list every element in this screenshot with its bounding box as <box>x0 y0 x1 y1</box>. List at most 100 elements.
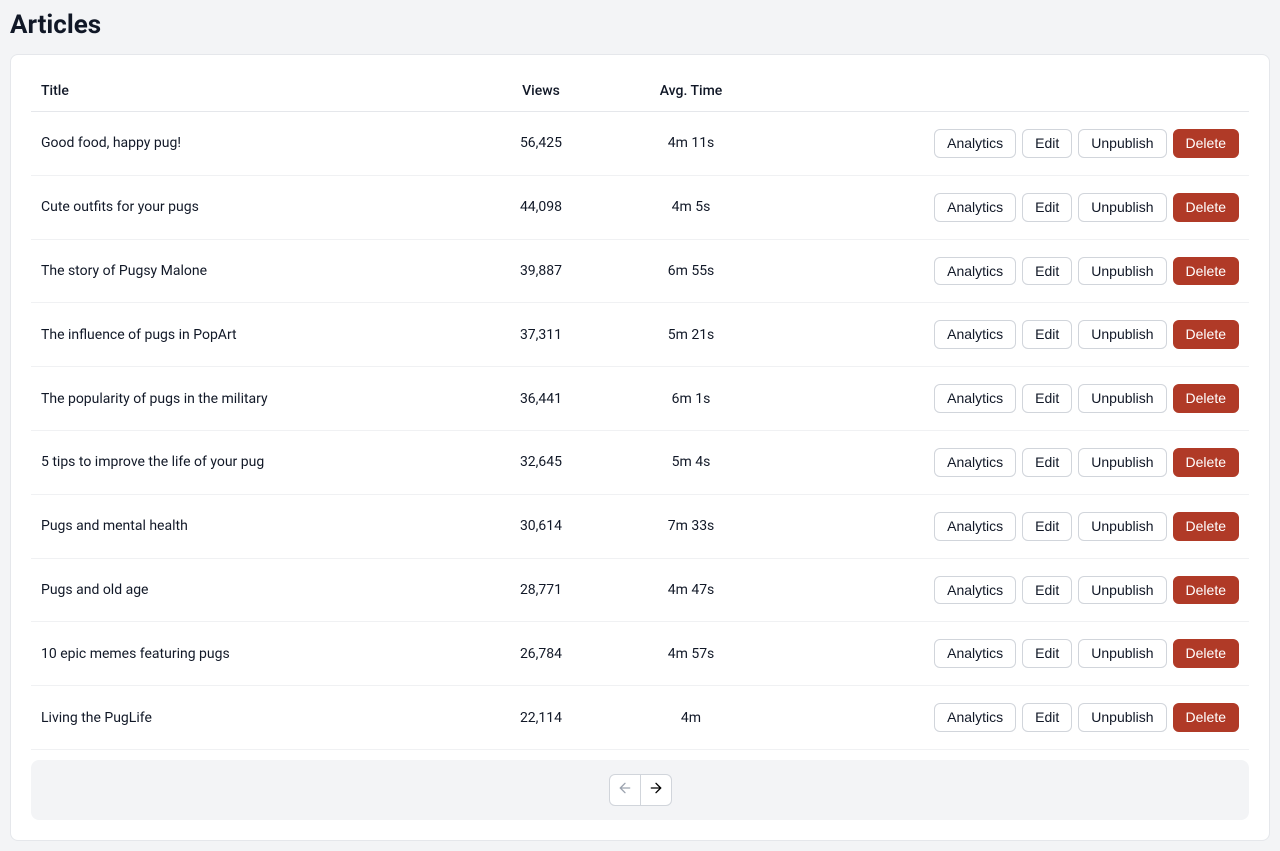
edit-button[interactable]: Edit <box>1022 129 1072 158</box>
analytics-button[interactable]: Analytics <box>934 257 1016 286</box>
cell-title: Living the PugLife <box>31 686 471 750</box>
unpublish-button[interactable]: Unpublish <box>1078 384 1166 413</box>
next-page-button[interactable] <box>640 774 672 806</box>
cell-views: 39,887 <box>471 239 611 303</box>
cell-actions: AnalyticsEditUnpublishDelete <box>771 239 1249 303</box>
delete-button[interactable]: Delete <box>1173 320 1239 349</box>
cell-avg-time: 4m 57s <box>611 622 771 686</box>
edit-button[interactable]: Edit <box>1022 448 1072 477</box>
edit-button[interactable]: Edit <box>1022 512 1072 541</box>
edit-button[interactable]: Edit <box>1022 193 1072 222</box>
analytics-button[interactable]: Analytics <box>934 512 1016 541</box>
delete-button[interactable]: Delete <box>1173 129 1239 158</box>
analytics-button[interactable]: Analytics <box>934 639 1016 668</box>
cell-views: 56,425 <box>471 112 611 176</box>
unpublish-button[interactable]: Unpublish <box>1078 193 1166 222</box>
row-actions: AnalyticsEditUnpublishDelete <box>934 384 1239 413</box>
table-row: The story of Pugsy Malone39,8876m 55s Ana… <box>31 239 1249 303</box>
cell-title: The popularity of pugs in the military <box>31 367 471 431</box>
row-actions: AnalyticsEditUnpublishDelete <box>934 576 1239 605</box>
cell-actions: AnalyticsEditUnpublishDelete <box>771 112 1249 176</box>
unpublish-button[interactable]: Unpublish <box>1078 448 1166 477</box>
analytics-button[interactable]: Analytics <box>934 193 1016 222</box>
cell-avg-time: 6m 55s <box>611 239 771 303</box>
pagination-group <box>609 774 672 806</box>
cell-actions: AnalyticsEditUnpublishDelete <box>771 686 1249 750</box>
cell-views: 22,114 <box>471 686 611 750</box>
cell-avg-time: 4m <box>611 686 771 750</box>
cell-views: 28,771 <box>471 558 611 622</box>
cell-actions: AnalyticsEditUnpublishDelete <box>771 303 1249 367</box>
delete-button[interactable]: Delete <box>1173 576 1239 605</box>
row-actions: AnalyticsEditUnpublishDelete <box>934 639 1239 668</box>
unpublish-button[interactable]: Unpublish <box>1078 639 1166 668</box>
col-header-title: Title <box>31 71 471 112</box>
cell-avg-time: 4m 11s <box>611 112 771 176</box>
table-row: Living the PugLife22,1144m AnalyticsEditU… <box>31 686 1249 750</box>
cell-views: 30,614 <box>471 494 611 558</box>
edit-button[interactable]: Edit <box>1022 384 1072 413</box>
row-actions: AnalyticsEditUnpublishDelete <box>934 703 1239 732</box>
delete-button[interactable]: Delete <box>1173 703 1239 732</box>
cell-title: Cute outfits for your pugs <box>31 175 471 239</box>
articles-card: Title Views Avg. Time Good food, happy p… <box>10 54 1270 841</box>
edit-button[interactable]: Edit <box>1022 576 1072 605</box>
edit-button[interactable]: Edit <box>1022 320 1072 349</box>
table-row: Pugs and mental health30,6147m 33sAnalyt… <box>31 494 1249 558</box>
cell-avg-time: 5m 21s <box>611 303 771 367</box>
cell-views: 26,784 <box>471 622 611 686</box>
cell-avg-time: 7m 33s <box>611 494 771 558</box>
row-actions: AnalyticsEditUnpublishDelete <box>934 257 1239 286</box>
delete-button[interactable]: Delete <box>1173 512 1239 541</box>
cell-title: 10 epic memes featuring pugs <box>31 622 471 686</box>
col-header-views: Views <box>471 71 611 112</box>
row-actions: AnalyticsEditUnpublishDelete <box>934 320 1239 349</box>
cell-avg-time: 4m 47s <box>611 558 771 622</box>
analytics-button[interactable]: Analytics <box>934 320 1016 349</box>
row-actions: AnalyticsEditUnpublishDelete <box>934 448 1239 477</box>
cell-actions: AnalyticsEditUnpublishDelete <box>771 175 1249 239</box>
cell-views: 32,645 <box>471 430 611 494</box>
table-row: The popularity of pugs in the military36… <box>31 367 1249 431</box>
cell-title: The story of Pugsy Malone <box>31 239 471 303</box>
unpublish-button[interactable]: Unpublish <box>1078 703 1166 732</box>
delete-button[interactable]: Delete <box>1173 193 1239 222</box>
cell-actions: AnalyticsEditUnpublishDelete <box>771 494 1249 558</box>
cell-title: 5 tips to improve the life of your pug <box>31 430 471 494</box>
unpublish-button[interactable]: Unpublish <box>1078 257 1166 286</box>
row-actions: AnalyticsEditUnpublishDelete <box>934 129 1239 158</box>
cell-title: Pugs and mental health <box>31 494 471 558</box>
analytics-button[interactable]: Analytics <box>934 129 1016 158</box>
articles-table: Title Views Avg. Time Good food, happy p… <box>31 71 1249 750</box>
cell-views: 36,441 <box>471 367 611 431</box>
cell-actions: AnalyticsEditUnpublishDelete <box>771 367 1249 431</box>
unpublish-button[interactable]: Unpublish <box>1078 320 1166 349</box>
cell-avg-time: 6m 1s <box>611 367 771 431</box>
unpublish-button[interactable]: Unpublish <box>1078 129 1166 158</box>
cell-actions: AnalyticsEditUnpublishDelete <box>771 622 1249 686</box>
unpublish-button[interactable]: Unpublish <box>1078 512 1166 541</box>
arrow-left-icon <box>617 780 633 799</box>
edit-button[interactable]: Edit <box>1022 257 1072 286</box>
cell-actions: AnalyticsEditUnpublishDelete <box>771 558 1249 622</box>
analytics-button[interactable]: Analytics <box>934 576 1016 605</box>
cell-actions: AnalyticsEditUnpublishDelete <box>771 430 1249 494</box>
analytics-button[interactable]: Analytics <box>934 448 1016 477</box>
cell-views: 37,311 <box>471 303 611 367</box>
col-header-actions <box>771 71 1249 112</box>
cell-title: Good food, happy pug! <box>31 112 471 176</box>
prev-page-button[interactable] <box>609 774 641 806</box>
delete-button[interactable]: Delete <box>1173 448 1239 477</box>
analytics-button[interactable]: Analytics <box>934 384 1016 413</box>
edit-button[interactable]: Edit <box>1022 703 1072 732</box>
table-row: Pugs and old age28,7714m 47sAnalyticsEdi… <box>31 558 1249 622</box>
table-row: Good food, happy pug!56,4254m 11s Analyti… <box>31 112 1249 176</box>
analytics-button[interactable]: Analytics <box>934 703 1016 732</box>
delete-button[interactable]: Delete <box>1173 384 1239 413</box>
delete-button[interactable]: Delete <box>1173 257 1239 286</box>
table-row: Cute outfits for your pugs44,0984m 5sAna… <box>31 175 1249 239</box>
edit-button[interactable]: Edit <box>1022 639 1072 668</box>
delete-button[interactable]: Delete <box>1173 639 1239 668</box>
unpublish-button[interactable]: Unpublish <box>1078 576 1166 605</box>
col-header-avg-time: Avg. Time <box>611 71 771 112</box>
